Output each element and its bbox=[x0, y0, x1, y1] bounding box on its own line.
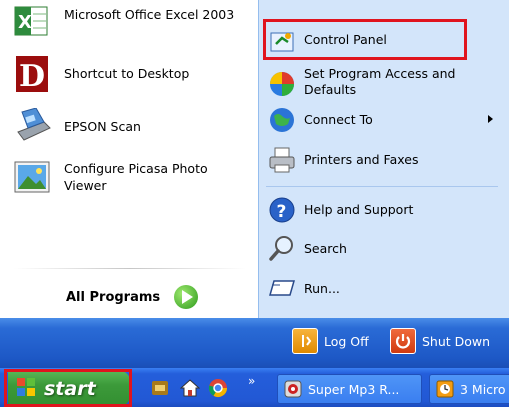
svg-text:?: ? bbox=[277, 202, 287, 222]
program-label: Microsoft Office Excel 2003 bbox=[64, 7, 235, 22]
green-arrow-icon bbox=[174, 285, 199, 309]
divider bbox=[266, 186, 498, 187]
item-label: Search bbox=[304, 241, 347, 256]
start-button-highlight bbox=[4, 369, 132, 407]
search-item[interactable]: Search bbox=[268, 234, 347, 262]
item-label: Connect To bbox=[304, 112, 373, 127]
quick-launch-app-icon[interactable] bbox=[150, 378, 170, 398]
program-label: Shortcut to Desktop bbox=[64, 66, 190, 81]
excel-icon: X bbox=[14, 6, 52, 42]
program-epson-scan[interactable]: EPSON Scan bbox=[14, 107, 141, 144]
divider bbox=[14, 268, 246, 269]
connect-to-icon bbox=[268, 106, 296, 134]
shut-down-label: Shut Down bbox=[422, 333, 491, 349]
quick-launch-home-icon[interactable] bbox=[179, 378, 201, 398]
help-support-item[interactable]: ? Help and Support bbox=[268, 196, 413, 224]
task-label: Super Mp3 R... bbox=[308, 381, 400, 397]
window-group-icon bbox=[436, 380, 454, 398]
program-label: EPSON Scan bbox=[64, 119, 141, 134]
submenu-arrow-icon bbox=[488, 115, 493, 123]
control-panel-highlight bbox=[263, 19, 467, 60]
program-picasa-viewer[interactable]: Configure Picasa Photo Viewer bbox=[14, 160, 214, 196]
desktop-shortcut-icon: D bbox=[14, 56, 52, 94]
search-icon bbox=[268, 234, 296, 262]
program-excel[interactable]: X Microsoft Office Excel 2003 bbox=[14, 6, 234, 42]
item-label: Run... bbox=[304, 281, 340, 296]
mp3-recorder-icon bbox=[284, 380, 302, 398]
run-icon bbox=[268, 278, 296, 298]
log-off-button[interactable]: Log Off bbox=[292, 328, 369, 354]
help-icon: ? bbox=[268, 196, 296, 224]
item-label: Set Program Access and Defaults bbox=[304, 66, 456, 97]
program-access-icon bbox=[268, 70, 296, 98]
taskbar-button-mp3[interactable]: Super Mp3 R... bbox=[277, 374, 422, 404]
log-off-icon bbox=[292, 328, 318, 354]
svg-text:X: X bbox=[18, 12, 32, 33]
power-icon bbox=[390, 328, 416, 354]
picasa-icon bbox=[14, 160, 52, 196]
program-access-item[interactable]: Set Program Access and Defaults bbox=[268, 66, 494, 98]
log-off-label: Log Off bbox=[324, 333, 369, 349]
quick-launch-chrome-icon[interactable] bbox=[208, 378, 228, 398]
program-label: Configure Picasa Photo Viewer bbox=[64, 161, 208, 193]
taskbar-button-group[interactable]: 3 Micro bbox=[429, 374, 509, 404]
chevron-right-icon[interactable]: » bbox=[248, 374, 255, 388]
program-shortcut-desktop[interactable]: D Shortcut to Desktop bbox=[14, 56, 190, 94]
pinned-programs-pane bbox=[0, 0, 258, 318]
item-label: Help and Support bbox=[304, 202, 414, 217]
printer-icon bbox=[268, 146, 296, 174]
item-label: Printers and Faxes bbox=[304, 152, 419, 167]
scanner-icon bbox=[14, 107, 52, 144]
shut-down-button[interactable]: Shut Down bbox=[390, 328, 490, 354]
svg-text:D: D bbox=[19, 59, 45, 92]
all-programs-button[interactable]: All Programs bbox=[66, 285, 199, 309]
task-label: 3 Micro bbox=[460, 381, 506, 397]
connect-to-item[interactable]: Connect To bbox=[268, 106, 373, 134]
run-item[interactable]: Run... bbox=[268, 278, 340, 298]
printers-faxes-item[interactable]: Printers and Faxes bbox=[268, 146, 418, 174]
all-programs-label: All Programs bbox=[66, 289, 161, 305]
